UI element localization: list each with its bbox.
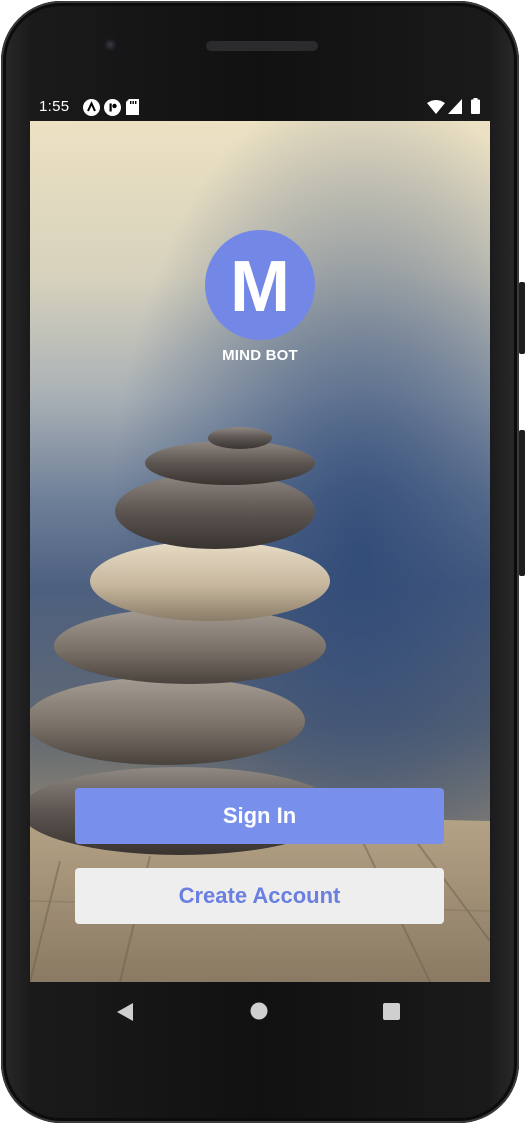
app-name: MIND BOT	[222, 347, 298, 364]
home-icon[interactable]	[250, 1002, 268, 1025]
create-account-button[interactable]: Create Account	[75, 868, 444, 924]
app-logo: M	[205, 230, 315, 340]
cellular-signal-icon	[448, 99, 462, 119]
battery-icon	[471, 98, 480, 119]
notification-r-icon	[104, 99, 121, 121]
notification-a-icon	[83, 99, 100, 121]
front-camera	[104, 39, 118, 53]
navigation-bar	[30, 982, 490, 1042]
status-bar: 1:55	[30, 95, 490, 119]
sd-card-icon	[126, 99, 139, 120]
app-screen: M MIND BOT Sign In Create Account	[30, 121, 490, 982]
sign-in-button[interactable]: Sign In	[75, 788, 444, 844]
recents-icon[interactable]	[383, 1003, 400, 1025]
earpiece-speaker	[206, 41, 318, 51]
status-time: 1:55	[39, 98, 70, 115]
logo-letter: M	[230, 247, 290, 327]
volume-button	[519, 430, 525, 576]
wifi-icon	[427, 100, 445, 119]
power-button	[519, 282, 525, 354]
back-icon[interactable]	[116, 1002, 134, 1027]
